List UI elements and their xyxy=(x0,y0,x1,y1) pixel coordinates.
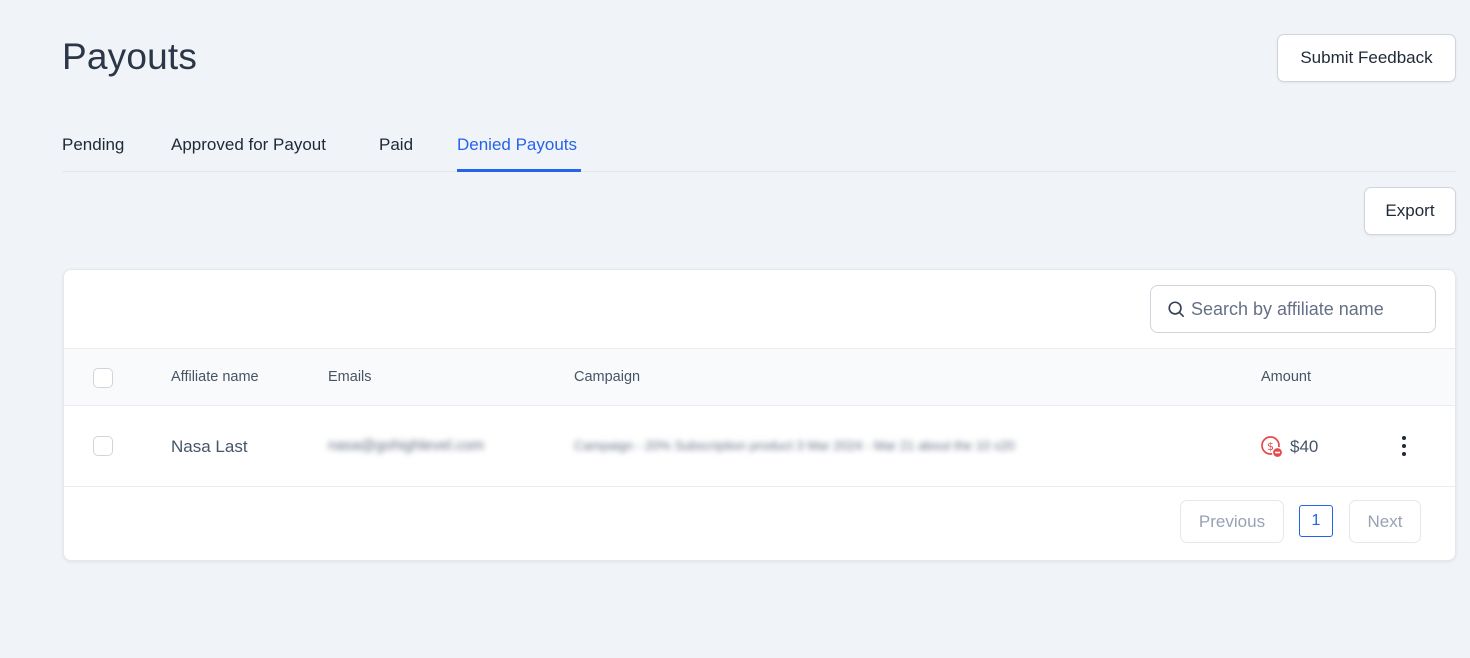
table-row[interactable]: Nasa Last nasa@gohighlevel.com Campaign … xyxy=(64,406,1455,487)
tab-denied-payouts[interactable]: Denied Payouts xyxy=(457,122,581,172)
export-button[interactable]: Export xyxy=(1364,187,1456,235)
amount-cell: $ $40 xyxy=(1260,435,1318,459)
page-number-1[interactable]: 1 xyxy=(1299,505,1333,537)
row-checkbox[interactable] xyxy=(93,436,113,456)
amount-value: $40 xyxy=(1290,437,1319,456)
email-cell: nasa@gohighlevel.com xyxy=(328,437,485,454)
column-header-campaign[interactable]: Campaign xyxy=(574,369,640,385)
pagination: Previous 1 Next xyxy=(64,487,1455,560)
page-title: Payouts xyxy=(62,36,198,77)
table-header: Affiliate name Emails Campaign Amount xyxy=(64,348,1455,406)
search-icon xyxy=(1168,301,1185,318)
affiliate-name-cell: Nasa Last xyxy=(171,437,248,456)
submit-feedback-button[interactable]: Submit Feedback xyxy=(1277,34,1456,82)
column-header-amount[interactable]: Amount xyxy=(1261,369,1311,385)
previous-page-button[interactable]: Previous xyxy=(1180,500,1284,543)
tab-bar: Pending Approved for Payout Paid Denied … xyxy=(62,122,1456,172)
tab-approved-for-payout[interactable]: Approved for Payout xyxy=(171,122,326,172)
denied-dollar-icon: $ xyxy=(1261,436,1284,459)
next-page-button[interactable]: Next xyxy=(1349,500,1421,543)
search-box[interactable] xyxy=(1150,285,1436,333)
column-header-emails[interactable]: Emails xyxy=(328,369,372,385)
payouts-table-card: Affiliate name Emails Campaign Amount Na… xyxy=(63,269,1456,561)
column-header-affiliate-name[interactable]: Affiliate name xyxy=(171,369,259,385)
search-input[interactable] xyxy=(1191,298,1431,320)
select-all-checkbox[interactable] xyxy=(93,368,113,388)
tab-paid[interactable]: Paid xyxy=(379,122,413,172)
tab-pending[interactable]: Pending xyxy=(62,122,124,172)
campaign-cell: Campaign - 20% Subscription product 3 Ma… xyxy=(574,438,1015,453)
row-actions-kebab-icon[interactable] xyxy=(1394,434,1414,458)
